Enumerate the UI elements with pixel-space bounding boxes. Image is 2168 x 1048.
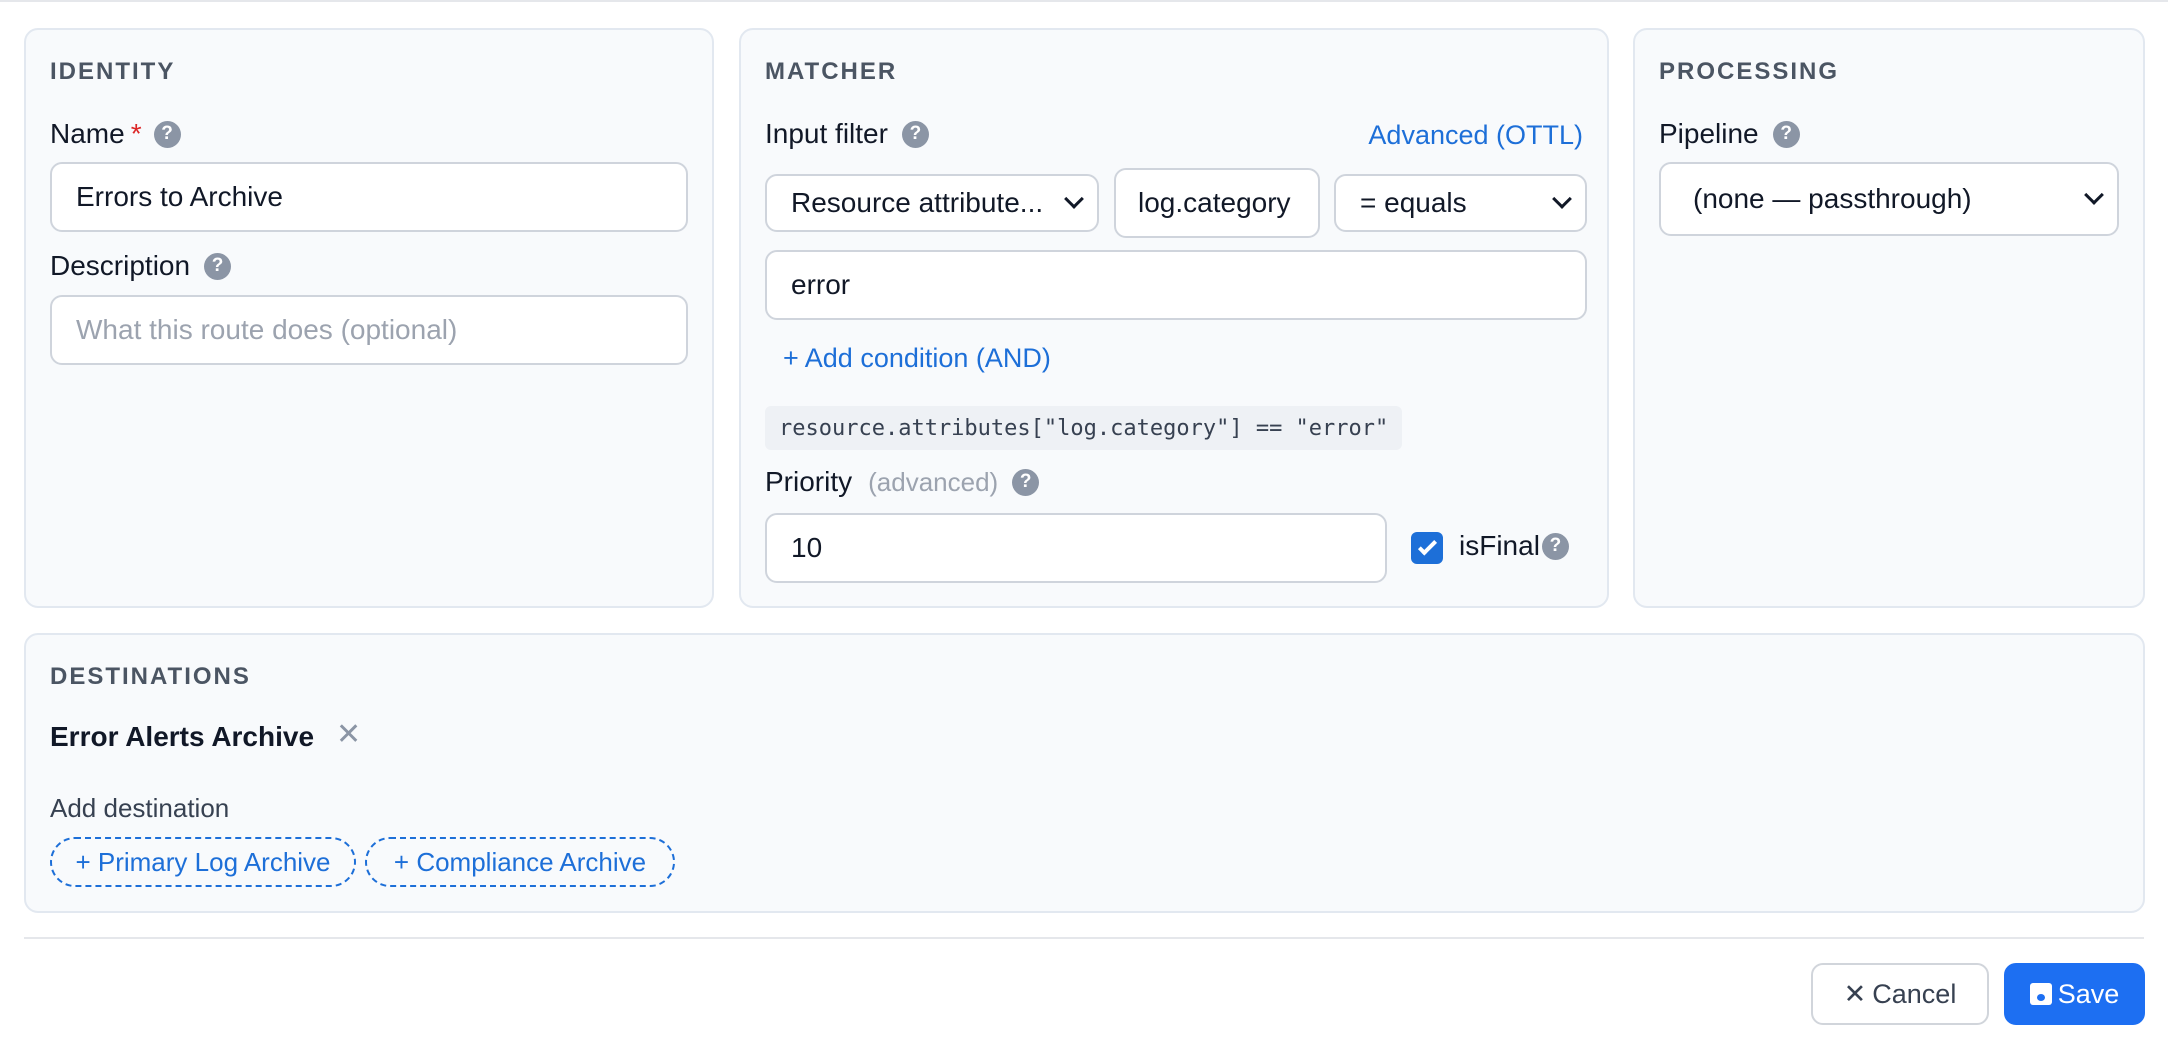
description-placeholder: What this route does (optional) bbox=[76, 314, 458, 345]
condition-value: error bbox=[791, 269, 851, 300]
chevron-down-icon bbox=[1552, 189, 1572, 209]
identity-section-title: IDENTITY bbox=[50, 58, 176, 85]
save-button[interactable]: Save bbox=[2004, 963, 2145, 1025]
name-label: Name bbox=[50, 118, 125, 149]
priority-value: 10 bbox=[791, 532, 823, 563]
condition-value-input[interactable]: error bbox=[765, 250, 1587, 320]
pipeline-select-value: (none — passthrough) bbox=[1693, 183, 1972, 214]
save-icon bbox=[2029, 983, 2052, 1005]
destinations-panel: DESTINATIONS Error Alerts Archive ✕ Add … bbox=[24, 633, 2145, 913]
priority-help-icon[interactable]: ? bbox=[1012, 468, 1040, 496]
pipeline-select[interactable]: (none — passthrough) bbox=[1659, 162, 2119, 236]
chevron-down-icon bbox=[1064, 189, 1084, 209]
input-filter-label: Input filter bbox=[765, 118, 888, 149]
description-input[interactable]: What this route does (optional) bbox=[50, 295, 688, 365]
remove-destination-icon[interactable]: ✕ bbox=[336, 717, 361, 752]
is-final-checkbox[interactable] bbox=[1411, 532, 1443, 564]
name-help-icon[interactable]: ? bbox=[153, 120, 181, 148]
processing-section-title: PROCESSING bbox=[1659, 58, 1840, 85]
checkmark-icon bbox=[1417, 536, 1437, 556]
input-filter-label-row: Input filter ? bbox=[765, 118, 929, 150]
pipeline-help-icon[interactable]: ? bbox=[1772, 120, 1800, 148]
operator-select[interactable]: = equals bbox=[1334, 174, 1587, 232]
is-final-label-row: isFinal ? bbox=[1459, 530, 1569, 562]
selected-destination-name: Error Alerts Archive bbox=[50, 721, 315, 752]
processing-panel: PROCESSING Pipeline ? (none — passthroug… bbox=[1633, 28, 2145, 608]
advanced-ottl-link[interactable]: Advanced (OTTL) bbox=[1368, 120, 1583, 151]
name-label-row: Name * ? bbox=[50, 118, 181, 150]
top-divider bbox=[0, 0, 2168, 3]
description-label-row: Description ? bbox=[50, 250, 232, 282]
add-condition-button[interactable]: + Add condition (AND) bbox=[783, 343, 1051, 374]
chevron-down-icon bbox=[2084, 185, 2104, 205]
matcher-panel: MATCHER Input filter ? Advanced (OTTL) R… bbox=[739, 28, 1609, 608]
close-icon: ✕ bbox=[1843, 978, 1867, 1009]
operator-select-value: = equals bbox=[1360, 187, 1467, 218]
pipeline-label-row: Pipeline ? bbox=[1659, 118, 1800, 150]
ottl-expression-preview: resource.attributes["log.category"] == "… bbox=[765, 406, 1403, 450]
footer-divider bbox=[24, 937, 2144, 939]
source-select-value: Resource attribute... bbox=[791, 187, 1044, 218]
add-primary-log-archive-button[interactable]: + Primary Log Archive bbox=[50, 837, 356, 887]
pipeline-label: Pipeline bbox=[1659, 118, 1759, 149]
priority-input[interactable]: 10 bbox=[765, 513, 1387, 583]
identity-panel: IDENTITY Name * ? Errors to Archive Desc… bbox=[24, 28, 714, 608]
is-final-label: isFinal bbox=[1459, 530, 1540, 561]
ottl-expression-text: resource.attributes["log.category"] == "… bbox=[779, 415, 1389, 441]
name-input[interactable]: Errors to Archive bbox=[50, 162, 688, 232]
add-destination-label: Add destination bbox=[50, 793, 230, 823]
cancel-button-label: Cancel bbox=[1872, 978, 1957, 1009]
name-input-value: Errors to Archive bbox=[76, 181, 283, 212]
description-label: Description bbox=[50, 250, 191, 281]
priority-label: Priority bbox=[765, 466, 853, 497]
is-final-help-icon[interactable]: ? bbox=[1541, 532, 1569, 560]
source-select[interactable]: Resource attribute... bbox=[765, 174, 1099, 232]
matcher-section-title: MATCHER bbox=[765, 58, 898, 85]
cancel-button[interactable]: ✕ Cancel bbox=[1811, 963, 1989, 1025]
add-compliance-archive-button[interactable]: + Compliance Archive bbox=[365, 837, 675, 887]
attribute-key-value: log.category bbox=[1138, 187, 1291, 218]
save-button-label: Save bbox=[2057, 978, 2120, 1009]
priority-hint: (advanced) bbox=[868, 466, 999, 497]
input-filter-help-icon[interactable]: ? bbox=[901, 120, 929, 148]
description-help-icon[interactable]: ? bbox=[204, 252, 232, 280]
required-asterisk: * bbox=[130, 118, 142, 149]
attribute-key-input[interactable]: log.category bbox=[1114, 168, 1320, 238]
priority-label-row: Priority (advanced) ? bbox=[765, 466, 1040, 498]
destinations-section-title: DESTINATIONS bbox=[50, 663, 251, 690]
